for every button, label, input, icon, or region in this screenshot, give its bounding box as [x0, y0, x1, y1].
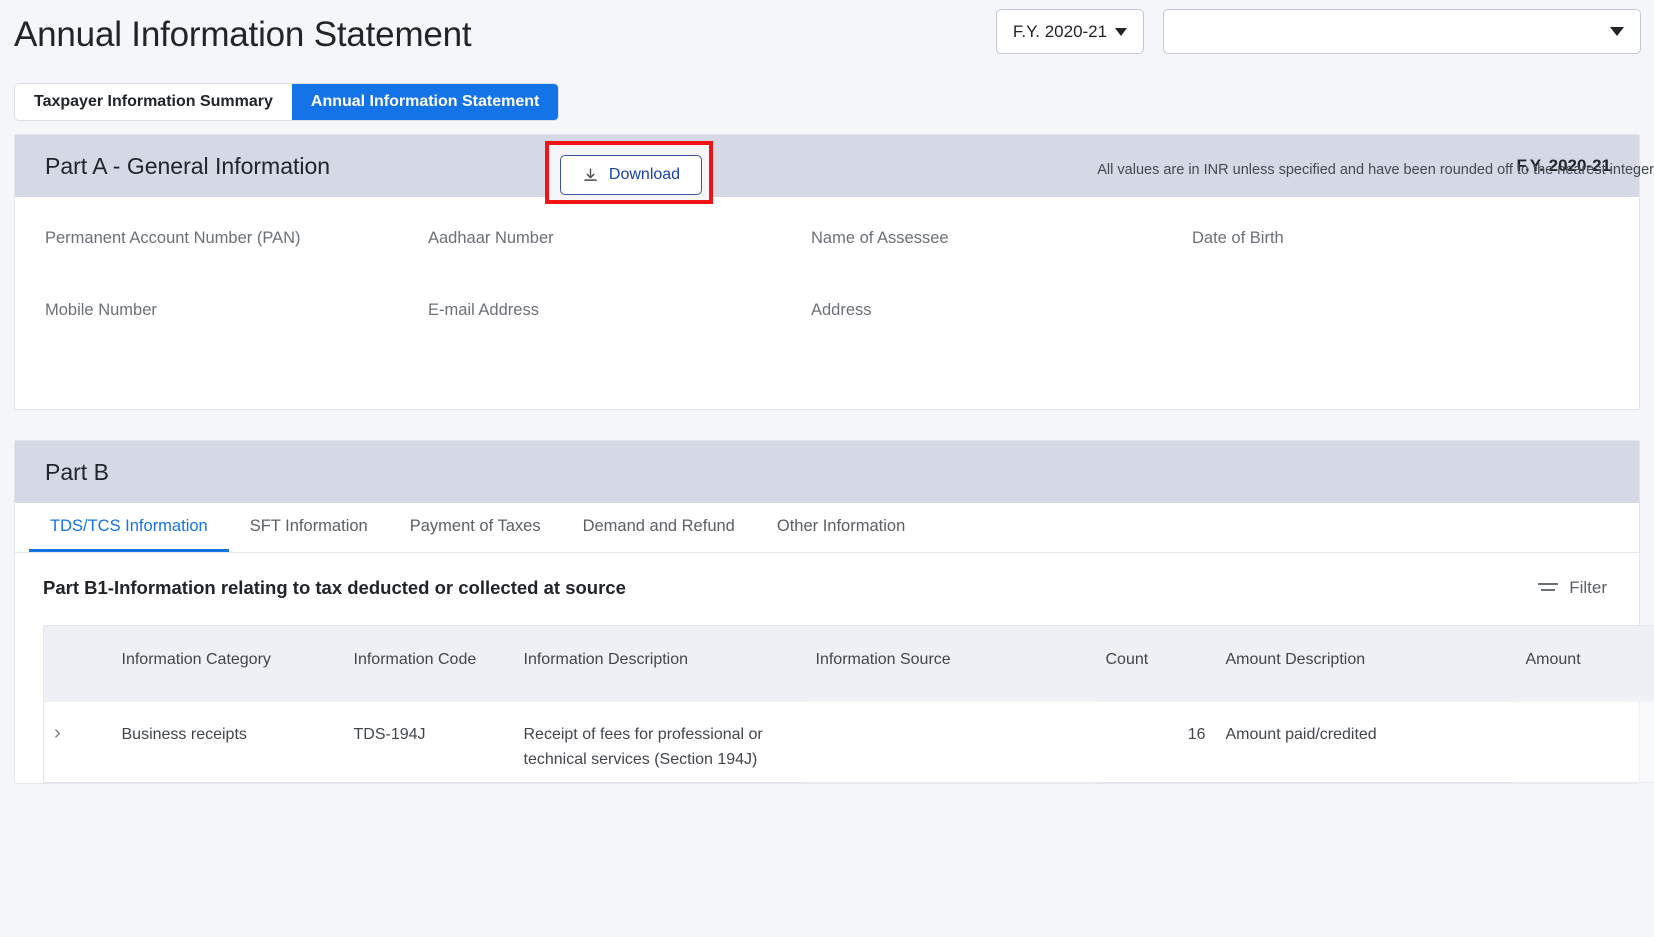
- toggle-label: Annual Information Statement: [311, 93, 539, 111]
- chevron-right-icon[interactable]: ›: [54, 722, 61, 744]
- column-header-information-code: Information Code: [344, 626, 514, 703]
- field-value: [45, 321, 428, 341]
- field-date-of-birth: Date of Birth: [1192, 227, 1609, 269]
- tab-sft-information[interactable]: SFT Information: [229, 503, 389, 552]
- toggle-label: Taxpayer Information Summary: [34, 93, 273, 111]
- table-header-row: Information Category Information Code In…: [44, 626, 1654, 703]
- tab-label: Demand and Refund: [583, 517, 735, 536]
- cell-count: 16: [1096, 702, 1216, 783]
- field-label: E-mail Address: [428, 299, 811, 321]
- field-value: [428, 249, 811, 269]
- financial-year-value: F.Y. 2020-21: [1013, 22, 1107, 42]
- table-body: › Business receipts TDS-194J Receipt of …: [44, 702, 1654, 783]
- row-expander-cell[interactable]: ›: [44, 702, 112, 783]
- page-title: Annual Information Statement: [14, 12, 471, 58]
- toggle-annual-information-statement[interactable]: Annual Information Statement: [292, 84, 558, 120]
- column-header-information-category: Information Category: [112, 626, 344, 703]
- field-label: Name of Assessee: [811, 227, 1192, 249]
- field-value: [811, 249, 1192, 269]
- tab-demand-and-refund[interactable]: Demand and Refund: [562, 503, 756, 552]
- table-header: Information Category Information Code In…: [44, 626, 1654, 703]
- tab-payment-of-taxes[interactable]: Payment of Taxes: [389, 503, 562, 552]
- field-label: Date of Birth: [1192, 227, 1609, 249]
- column-header-amount-description: Amount Description: [1216, 626, 1516, 703]
- field-email-address: E-mail Address: [428, 299, 811, 341]
- part-b-tabbar: TDS/TCS Information SFT Information Paym…: [15, 503, 1639, 553]
- chevron-down-icon: [1610, 27, 1624, 36]
- ais-page: Annual Information Statement F.Y. 2020-2…: [0, 0, 1654, 937]
- financial-year-select[interactable]: F.Y. 2020-21: [996, 9, 1144, 54]
- field-label: Aadhaar Number: [428, 227, 811, 249]
- currency-disclaimer: All values are in INR unless specified a…: [1097, 162, 1654, 178]
- field-label: Address: [811, 299, 1192, 321]
- column-header-information-source: Information Source: [806, 626, 1096, 703]
- field-pan: Permanent Account Number (PAN): [45, 227, 428, 269]
- field-mobile-number: Mobile Number: [45, 299, 428, 341]
- entity-select[interactable]: [1163, 9, 1641, 54]
- field-value: [1192, 249, 1609, 269]
- tab-label: Payment of Taxes: [410, 517, 541, 536]
- field-value: [428, 321, 811, 341]
- statement-toggle-group: Taxpayer Information Summary Annual Info…: [14, 83, 559, 121]
- chevron-down-icon: [1115, 28, 1127, 36]
- part-b-header: Part B: [15, 441, 1639, 503]
- field-address: Address: [811, 299, 1192, 341]
- cell-information-category: Business receipts: [112, 702, 344, 783]
- tab-other-information[interactable]: Other Information: [756, 503, 926, 552]
- part-b1-title: Part B1-Information relating to tax dedu…: [43, 577, 626, 599]
- page-header: Annual Information Statement F.Y. 2020-2…: [0, 0, 1654, 72]
- toggle-taxpayer-information-summary[interactable]: Taxpayer Information Summary: [15, 84, 292, 120]
- column-header-expander: [44, 626, 112, 703]
- table-row[interactable]: › Business receipts TDS-194J Receipt of …: [44, 702, 1654, 783]
- part-a-body: Permanent Account Number (PAN) Aadhaar N…: [15, 197, 1639, 409]
- download-highlight-box: Download: [545, 141, 713, 204]
- field-aadhaar-number: Aadhaar Number: [428, 227, 811, 269]
- general-information-fields: Permanent Account Number (PAN) Aadhaar N…: [45, 227, 1609, 341]
- field-name-of-assessee: Name of Assessee: [811, 227, 1192, 269]
- tab-label: SFT Information: [250, 517, 368, 536]
- tab-label: Other Information: [777, 517, 905, 536]
- tds-tcs-table: Information Category Information Code In…: [43, 625, 1654, 783]
- tab-tds-tcs-information[interactable]: TDS/TCS Information: [29, 503, 229, 552]
- cell-information-code: TDS-194J: [344, 702, 514, 783]
- tab-label: TDS/TCS Information: [50, 517, 208, 536]
- column-header-amount: Amount: [1516, 626, 1654, 703]
- cell-amount-description: Amount paid/credited: [1216, 702, 1516, 783]
- column-header-count: Count: [1096, 626, 1216, 703]
- cell-information-source: [806, 702, 1096, 783]
- part-b-content: Part B1-Information relating to tax dedu…: [15, 553, 1639, 783]
- download-label: Download: [609, 166, 680, 184]
- field-label: Mobile Number: [45, 299, 428, 321]
- field-value: [45, 249, 428, 269]
- field-spacer: [1192, 299, 1609, 341]
- column-header-information-description: Information Description: [514, 626, 806, 703]
- part-a-title: Part A - General Information: [45, 153, 330, 180]
- cell-amount: [1516, 702, 1654, 783]
- field-value: [811, 321, 1192, 341]
- part-b1-section-row: Part B1-Information relating to tax dedu…: [43, 577, 1611, 599]
- field-label: Permanent Account Number (PAN): [45, 227, 428, 249]
- filter-icon: [1538, 580, 1558, 596]
- filter-button[interactable]: Filter: [1538, 578, 1607, 598]
- download-button[interactable]: Download: [560, 155, 702, 195]
- part-b-title: Part B: [45, 459, 109, 486]
- section-gap: [0, 410, 1654, 440]
- subheader-bar: Taxpayer Information Summary Annual Info…: [0, 72, 1654, 134]
- cell-information-description: Receipt of fees for professional or tech…: [514, 702, 806, 783]
- part-b-card: Part B TDS/TCS Information SFT Informati…: [14, 440, 1640, 784]
- download-icon: [582, 167, 599, 184]
- filter-label: Filter: [1569, 578, 1607, 598]
